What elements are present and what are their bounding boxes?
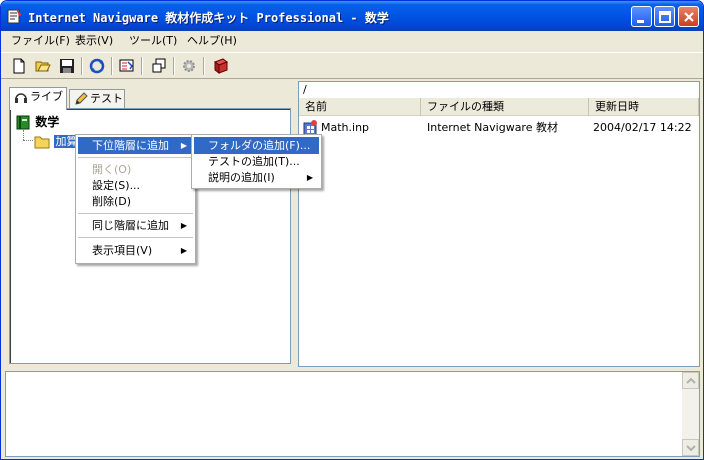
column-header-date[interactable]: 更新日時 [589,98,699,116]
menu-item-open[interactable]: 開く(O) [78,161,193,178]
tree-root-label: 数学 [35,115,60,129]
menu-item-settings[interactable]: 設定(S)... [78,177,193,194]
properties-button[interactable] [117,56,137,76]
tab-live-label: ライブ [30,90,63,103]
toolbar [1,52,703,79]
menu-item-label: 同じ階層に追加 [92,219,169,232]
toolbar-separator [111,57,113,75]
file-date: 2004/02/17 14:22 [593,121,692,134]
copy-window-icon [152,58,166,73]
minimize-button[interactable] [631,6,652,27]
new-file-icon [13,58,25,74]
pencil-icon [75,92,88,105]
submenu: フォルダの追加(F)... テストの追加(T)... 説明の追加(I) ▶ [191,134,322,189]
tab-live[interactable]: ライブ [9,87,67,110]
submenu-arrow-icon: ▶ [306,173,313,182]
toolbar-separator [141,57,143,75]
tree-node[interactable]: 加算 [34,133,80,149]
toolbar-separator [173,57,175,75]
book-button[interactable] [211,56,231,76]
settings-button[interactable] [179,56,199,76]
menu-file[interactable]: ファイル(F) [7,33,74,49]
refresh-icon [89,58,105,74]
arrow-up-icon [686,377,696,384]
title-bar[interactable]: Internet Navigware 教材作成キット Professional … [1,1,703,31]
tab-test-label: テスト [90,92,123,105]
submenu-item-add-folder[interactable]: フォルダの追加(F)... [194,137,319,154]
arrow-down-icon [686,445,696,452]
current-path: / [303,83,307,96]
open-button[interactable] [33,56,53,76]
folder-icon [34,136,50,149]
close-icon [684,12,694,22]
menu-item-label: 下位階層に追加 [92,139,169,152]
menu-item-display-items[interactable]: 表示項目(V) ▶ [78,242,193,259]
app-icon [7,9,22,24]
book-icon [213,58,229,74]
headphones-icon [15,93,27,103]
submenu-arrow-icon: ▶ [180,246,187,255]
properties-icon [119,59,134,72]
table-row[interactable]: Math.inp Internet Navigware 教材 2004/02/1… [299,120,699,136]
toolbar-separator [81,57,83,75]
menu-tools[interactable]: ツール(T) [125,33,181,49]
menu-separator [78,157,193,158]
column-header-type[interactable]: ファイルの種類 [421,98,589,116]
refresh-button[interactable] [87,56,107,76]
menu-bar: ファイル(F) 表示(V) ツール(T) ヘルプ(H) [1,31,703,51]
minimize-icon [637,20,644,23]
menu-item-label: 表示項目(V) [92,244,153,257]
new-button[interactable] [9,56,29,76]
scroll-up-button[interactable] [682,372,699,389]
submenu-arrow-icon: ▶ [180,141,187,150]
open-folder-icon [35,61,51,72]
menu-item-delete[interactable]: 削除(D) [78,193,193,210]
submenu-item-add-test[interactable]: テストの追加(T)... [194,153,319,170]
copy-window-button[interactable] [149,56,169,76]
submenu-arrow-icon: ▶ [180,221,187,230]
save-icon [60,59,74,73]
column-header-name[interactable]: 名前 [299,98,421,116]
menu-item-add-sibling[interactable]: 同じ階層に追加 ▶ [78,217,193,234]
toolbar-separator [203,57,205,75]
save-button[interactable] [57,56,77,76]
file-list-pane: / 名前 ファイルの種類 更新日時 Math.inp Internet Navi… [298,81,700,367]
menu-separator [78,237,193,238]
settings-gear-icon [183,60,195,72]
context-menu: 下位階層に追加 ▶ 開く(O) 設定(S)... 削除(D) 同じ階層に追加 ▶… [75,134,196,264]
file-name: Math.inp [321,121,370,134]
maximize-icon [659,11,671,23]
tab-test[interactable]: テスト [69,89,125,109]
list-header: 名前 ファイルの種類 更新日時 [299,98,699,116]
tree-line [23,130,24,140]
scroll-down-button[interactable] [682,439,699,456]
file-type: Internet Navigware 教材 [427,121,558,134]
menu-item-label: 説明の追加(I) [208,171,275,184]
close-button[interactable] [678,6,699,27]
book-icon [16,115,30,130]
vertical-scrollbar[interactable] [682,372,699,456]
menu-separator [78,213,193,214]
app-window: Internet Navigware 教材作成キット Professional … [0,0,704,460]
tree-line [23,140,33,141]
submenu-item-add-description[interactable]: 説明の追加(I) ▶ [194,169,319,186]
menu-view[interactable]: 表示(V) [71,33,117,49]
description-pane[interactable] [5,371,700,457]
menu-item-add-child[interactable]: 下位階層に追加 ▶ [78,137,193,154]
maximize-button[interactable] [654,6,675,27]
window-title: Internet Navigware 教材作成キット Professional … [28,11,389,25]
tree-root-node[interactable]: 数学 [16,113,59,130]
menu-help[interactable]: ヘルプ(H) [183,33,241,49]
